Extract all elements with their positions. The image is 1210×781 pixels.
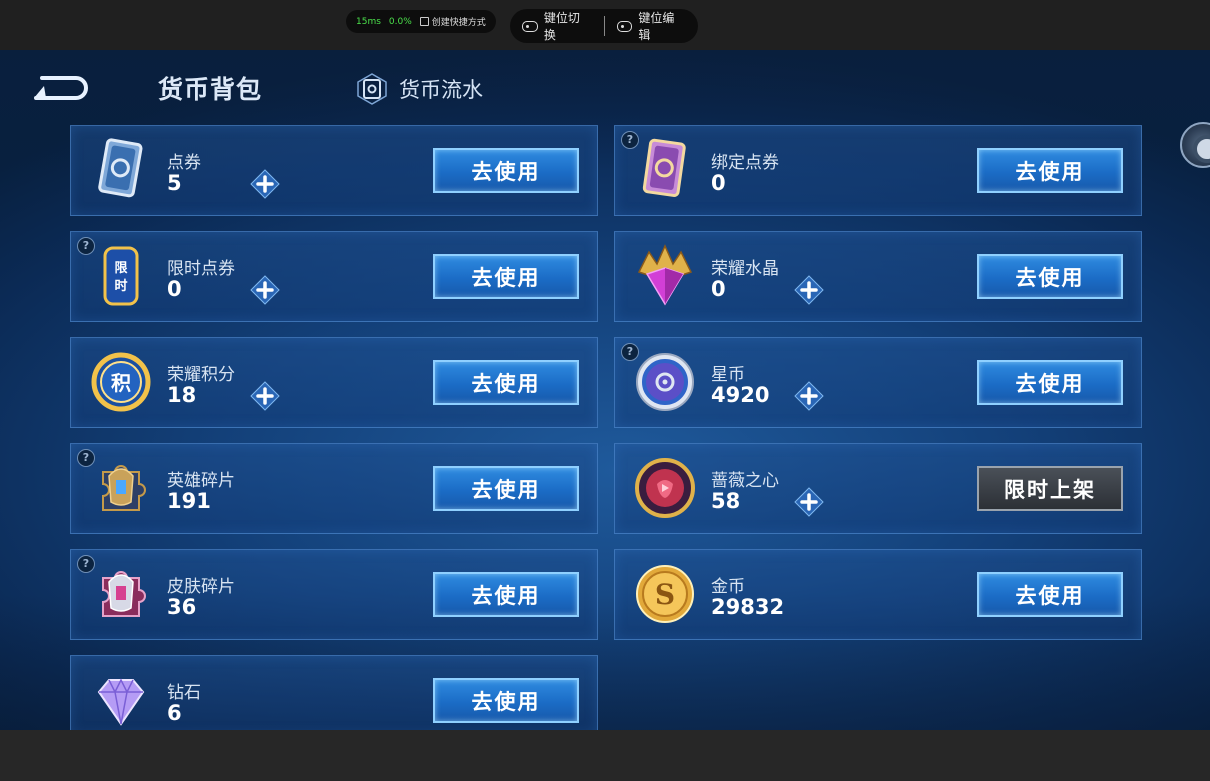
currency-name: 皮肤碎片 <box>167 577 235 597</box>
svg-text:时: 时 <box>114 278 127 294</box>
add-plus-icon[interactable] <box>250 275 280 305</box>
add-plus-icon[interactable] <box>794 275 824 305</box>
currency-card-bound-voucher: ? 绑定点券 0 去使用 <box>614 125 1142 216</box>
add-plus-icon[interactable] <box>250 169 280 199</box>
hero-fragment-icon <box>102 465 146 511</box>
use-button[interactable]: 去使用 <box>433 360 579 405</box>
currency-value: 29832 <box>711 595 785 619</box>
currency-card-glory-crystal: 荣耀水晶 0 去使用 <box>614 231 1142 322</box>
currency-name: 蔷薇之心 <box>711 471 779 491</box>
currency-card-voucher: 点券 5 去使用 <box>70 125 598 216</box>
currency-card-skin-fragment: ? 皮肤碎片 36 去使用 <box>70 549 598 640</box>
currency-name: 点券 <box>167 153 201 173</box>
add-plus-icon[interactable] <box>794 381 824 411</box>
diamond-icon <box>97 678 145 726</box>
currency-value: 36 <box>167 595 197 619</box>
use-button[interactable]: 去使用 <box>433 148 579 193</box>
currency-value: 58 <box>711 489 741 513</box>
keymap-panel: 键位切换 键位编辑 <box>510 9 698 43</box>
latency-text: 15ms <box>356 16 381 27</box>
currency-value: 0 <box>711 171 726 195</box>
key-switch-button[interactable]: 键位切换 <box>510 9 604 43</box>
glory-crystal-icon <box>637 244 693 306</box>
currency-value: 191 <box>167 489 211 513</box>
currency-card-diamond: 钻石 6 去使用 <box>70 655 598 730</box>
currency-value: 5 <box>167 171 182 195</box>
currency-name: 荣耀积分 <box>167 365 235 385</box>
currency-card-hero-fragment: ? 英雄碎片 191 去使用 <box>70 443 598 534</box>
key-edit-button[interactable]: 键位编辑 <box>605 9 699 43</box>
add-plus-icon[interactable] <box>250 381 280 411</box>
back-arrow-icon[interactable] <box>30 72 92 102</box>
flow-card-icon <box>357 73 387 105</box>
currency-card-star-coin: ? 星币 4920 去使用 <box>614 337 1142 428</box>
svg-text:限: 限 <box>114 261 128 276</box>
packet-loss-text: 0.0% <box>388 16 412 27</box>
use-button[interactable]: 去使用 <box>433 466 579 511</box>
create-shortcut-label: 创建快捷方式 <box>431 18 486 28</box>
currency-name: 英雄碎片 <box>167 471 235 491</box>
currency-name: 星币 <box>711 365 745 385</box>
currency-value: 6 <box>167 701 182 725</box>
currency-card-glory-points: 积 荣耀积分 18 去使用 <box>70 337 598 428</box>
use-button[interactable]: 去使用 <box>977 148 1123 193</box>
use-button[interactable]: 去使用 <box>433 572 579 617</box>
gold-coin-icon: S <box>636 565 694 623</box>
currency-card-rose-heart: 蔷薇之心 58 限时上架 <box>614 443 1142 534</box>
svg-text:S: S <box>655 578 675 611</box>
shortcut-icon <box>419 17 429 26</box>
key-edit-label: 键位编辑 <box>638 11 675 42</box>
currency-name: 金币 <box>711 577 745 597</box>
gamepad-icon <box>522 20 538 32</box>
use-button[interactable]: 去使用 <box>433 678 579 723</box>
tab-currency-flow[interactable]: 货币流水 <box>355 72 483 106</box>
glory-points-icon: 积 <box>91 352 151 412</box>
emulator-top-bar: 15ms 0.0% 创建快捷方式 键位切换 键位编辑 <box>0 0 1210 50</box>
create-shortcut-button[interactable]: 创建快捷方式 <box>419 15 486 28</box>
emulator-bottom-bar <box>0 730 1210 781</box>
currency-name: 绑定点券 <box>711 153 779 173</box>
svg-text:积: 积 <box>111 371 131 395</box>
currency-value: 0 <box>711 277 726 301</box>
rose-heart-icon <box>635 458 695 518</box>
page-title[interactable]: 货币背包 <box>158 70 262 106</box>
use-button[interactable]: 去使用 <box>977 572 1123 617</box>
star-coin-icon <box>636 353 694 411</box>
side-menu-button[interactable] <box>1180 122 1210 168</box>
ticket-purple-icon <box>642 138 686 197</box>
skin-fragment-icon <box>102 571 146 617</box>
key-switch-label: 键位切换 <box>543 11 580 42</box>
limited-availability-button[interactable]: 限时上架 <box>977 466 1123 511</box>
currency-bag-screen: 货币背包 货币流水 点券 5 去使用 ? 绑定点券 0 去使用 ? 限 时 限时… <box>0 50 1210 730</box>
currency-card-limited-voucher: ? 限 时 限时点券 0 去使用 <box>70 231 598 322</box>
currency-name: 钻石 <box>167 683 201 703</box>
currency-flow-label: 货币流水 <box>399 78 483 102</box>
use-button[interactable]: 去使用 <box>977 360 1123 405</box>
currency-value: 18 <box>167 383 197 407</box>
limited-ticket-icon: 限 时 <box>103 246 139 306</box>
ticket-blue-icon <box>98 138 143 198</box>
currency-name: 荣耀水晶 <box>711 259 779 279</box>
currency-name: 限时点券 <box>167 259 235 279</box>
currency-card-gold-coin: S 金币 29832 去使用 <box>614 549 1142 640</box>
gamepad-icon <box>616 20 633 32</box>
use-button[interactable]: 去使用 <box>433 254 579 299</box>
currency-value: 4920 <box>711 383 770 407</box>
add-plus-icon[interactable] <box>794 487 824 517</box>
currency-value: 0 <box>167 277 182 301</box>
use-button[interactable]: 去使用 <box>977 254 1123 299</box>
performance-indicator: 15ms 0.0% 创建快捷方式 <box>346 10 496 33</box>
